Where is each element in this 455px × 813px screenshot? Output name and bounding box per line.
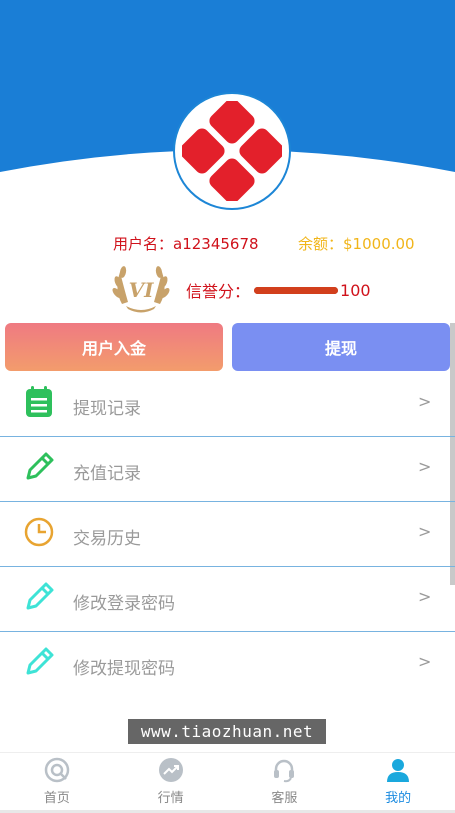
- user-icon: [387, 759, 410, 782]
- credit-score: 信誉分： 100: [186, 278, 371, 302]
- credit-progress-bar: [254, 286, 339, 294]
- headset-icon: [274, 759, 295, 783]
- balance-text: 余额：$1000.00: [298, 233, 415, 254]
- pencil-icon: [26, 582, 54, 610]
- menu-item-change-login-password[interactable]: 修改登录密码 >: [0, 567, 455, 632]
- menu-item-label: 修改提现密码: [73, 659, 175, 679]
- notepad-icon: [26, 386, 52, 417]
- balance-label: 余额：: [298, 235, 344, 253]
- tab-label: 首页: [43, 791, 70, 806]
- menu-list: 提现记录 > 充值记录 > 交易历史 > 修改登录密码 > 修改提现密码 >: [0, 372, 455, 697]
- username-label: 用户名：: [113, 235, 174, 253]
- tab-label: 我的: [385, 791, 412, 806]
- tab-mine[interactable]: 我的: [341, 753, 455, 813]
- bottom-tab-bar: 首页 行情 客服 我的: [0, 752, 455, 813]
- chevron-right-icon: >: [418, 652, 432, 671]
- chevron-right-icon: >: [418, 587, 432, 606]
- laurel-icon: VI: [112, 266, 170, 313]
- vip-badge-text: VI: [129, 278, 155, 302]
- credit-label: 信誉分：: [186, 282, 251, 301]
- menu-item-withdraw-records[interactable]: 提现记录 >: [0, 372, 455, 437]
- trend-icon: [158, 758, 183, 782]
- pencil-icon: [26, 452, 54, 480]
- pencil-icon: [26, 647, 54, 675]
- vip-badge: VI: [112, 260, 170, 314]
- deposit-button[interactable]: 用户入金: [5, 323, 223, 371]
- tab-market[interactable]: 行情: [114, 753, 228, 813]
- chevron-right-icon: >: [418, 392, 432, 411]
- clock-icon: [24, 517, 54, 547]
- username-value: a12345678: [173, 235, 259, 253]
- avatar[interactable]: [173, 92, 291, 210]
- menu-item-change-withdraw-password[interactable]: 修改提现密码 >: [0, 632, 455, 697]
- username-text: 用户名：a12345678: [113, 233, 259, 254]
- withdraw-button[interactable]: 提现: [232, 323, 450, 371]
- tab-label: 行情: [157, 791, 184, 806]
- watermark: www.tiaozhuan.net: [128, 719, 326, 744]
- chevron-right-icon: >: [418, 457, 432, 476]
- tab-label: 客服: [271, 791, 298, 806]
- home-icon: [44, 757, 70, 783]
- menu-item-label: 充值记录: [73, 464, 141, 484]
- menu-item-trade-history[interactable]: 交易历史 >: [0, 502, 455, 567]
- tab-service[interactable]: 客服: [228, 753, 342, 813]
- tab-home[interactable]: 首页: [0, 753, 114, 813]
- menu-item-label: 修改登录密码: [73, 594, 175, 614]
- credit-progress-fill: [254, 286, 339, 294]
- menu-item-label: 交易历史: [73, 529, 141, 549]
- chevron-right-icon: >: [418, 522, 432, 541]
- logo-icon: [182, 101, 282, 201]
- menu-item-recharge-records[interactable]: 充值记录 >: [0, 437, 455, 502]
- credit-value: 100: [340, 280, 371, 300]
- balance-value: $1000.00: [343, 235, 415, 253]
- menu-item-label: 提现记录: [73, 399, 141, 419]
